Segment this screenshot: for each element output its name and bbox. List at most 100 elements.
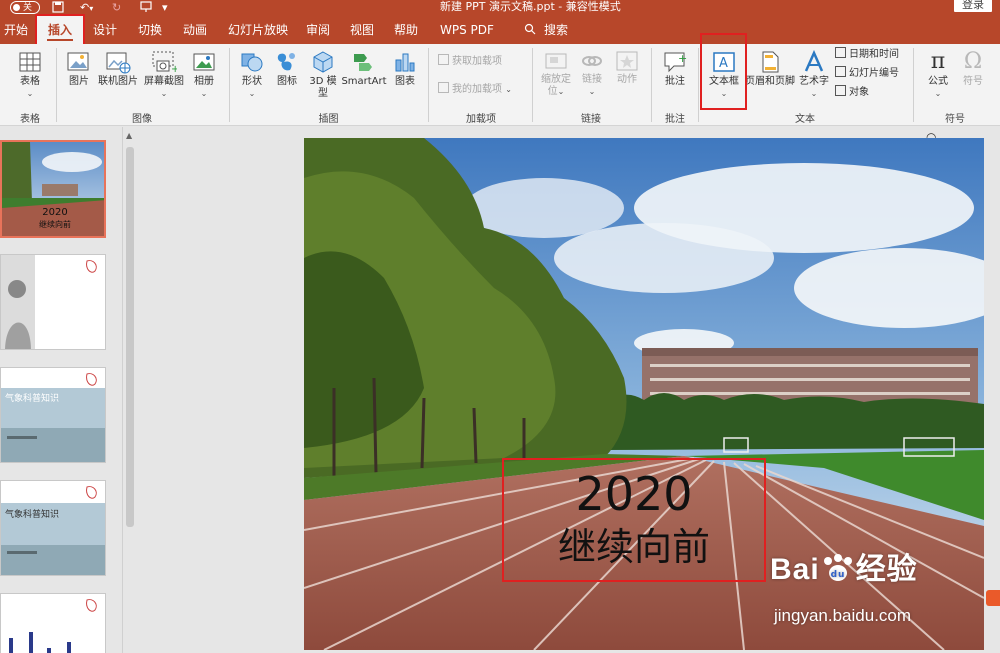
watermark-logo-text: Bai (770, 553, 820, 586)
album-button[interactable]: 相册 ⌄ (188, 50, 220, 100)
action-label: 动作 (617, 74, 637, 85)
tab-slideshow[interactable]: 幻灯片放映 (228, 16, 288, 44)
action-button[interactable]: 动作 (612, 50, 642, 86)
slide-thumbnail-3[interactable]: 气象科普知识 (0, 367, 106, 463)
album-icon (193, 53, 215, 71)
scroll-up-icon[interactable]: ▲ (126, 131, 132, 140)
addins-icon (438, 82, 449, 93)
picture-button[interactable]: 图片 (62, 50, 96, 88)
tab-review[interactable]: 审阅 (306, 16, 330, 44)
equation-button[interactable]: π 公式 ⌄ (922, 50, 954, 100)
customize-toolbar-icon[interactable]: ▾ (162, 1, 168, 15)
group-links: 链接 (581, 114, 601, 125)
textbox-highlight (700, 33, 747, 110)
wordart-icon (804, 50, 824, 72)
thumb-caption: 气象科普知识 (5, 508, 59, 520)
my-addins-button[interactable]: 我的加载项 ⌄ (438, 82, 512, 97)
smartart-icon (354, 54, 372, 71)
pi-icon: π (930, 49, 946, 74)
toggle-knob (13, 3, 20, 11)
link-icon (582, 56, 602, 66)
divider (651, 48, 652, 122)
online-picture-button[interactable]: 联机图片 (96, 50, 140, 88)
tab-wps-pdf[interactable]: WPS PDF (440, 16, 494, 44)
thumbnail-scrollbar[interactable]: ▲ (122, 127, 136, 653)
thumb-caption: 气象科普知识 (5, 392, 59, 404)
online-picture-label: 联机图片 (98, 76, 138, 87)
watermark-logo-suffix: 经验 (855, 553, 918, 586)
chevron-down-icon: ⌄ (557, 87, 565, 96)
3d-model-button[interactable]: 3D 模型 (305, 50, 341, 100)
slide-thumbnail-5[interactable] (0, 593, 106, 653)
chevron-down-icon: ⌄ (26, 89, 34, 98)
autosave-toggle[interactable]: 关 (10, 1, 40, 14)
tab-animations[interactable]: 动画 (183, 16, 207, 44)
table-button[interactable]: 表格 ⌄ (12, 50, 48, 100)
divider (532, 48, 533, 122)
watermark-logo: Bai du 经验 (770, 553, 918, 586)
divider (698, 48, 699, 122)
cube-icon (313, 51, 333, 73)
header-footer-label: 页眉和页脚 (745, 76, 795, 87)
thumbnail-image: 气象科普知识 (1, 368, 105, 462)
divider (56, 48, 57, 122)
icons-button[interactable]: 图标 (270, 50, 304, 88)
svg-text:+: + (678, 52, 687, 65)
icons-label: 图标 (277, 76, 297, 87)
link-button[interactable]: 链接 ⌄ (577, 50, 607, 98)
screenshot-button[interactable]: + 屏幕截图 ⌄ (141, 50, 187, 100)
object-button[interactable]: 对象 (835, 85, 869, 100)
title-bar: 关 ↶▾ ↻ ▾ 新建 PPT 演示文稿.ppt - 兼容性模式 登录 (0, 0, 1000, 16)
baidu-watermark: Bai du 经验 jingyan.baidu.com (770, 544, 918, 625)
header-footer-button[interactable]: 页眉和页脚 (744, 50, 796, 88)
chart-button[interactable]: 图表 (389, 50, 421, 88)
login-button[interactable]: 登录 (954, 0, 992, 12)
icons-icon (277, 53, 295, 71)
autosave-label: 关 (23, 3, 33, 13)
side-float-icon[interactable] (986, 590, 1000, 606)
slide-number-button[interactable]: 幻灯片编号 (835, 66, 899, 81)
object-label: 对象 (849, 87, 869, 98)
slide-number-icon (835, 66, 846, 77)
slide-thumbnail-1[interactable]: 2020 继续向前 (0, 140, 106, 238)
group-images: 图像 (132, 114, 152, 125)
smartart-button[interactable]: SmartArt (341, 50, 387, 88)
get-addins-button[interactable]: 获取加载项 (438, 54, 502, 69)
tab-home[interactable]: 开始 (4, 16, 28, 44)
search-box[interactable]: 搜索 (524, 16, 568, 44)
group-text: 文本 (795, 114, 815, 125)
symbol-button[interactable]: Ω 符号 (958, 50, 988, 88)
date-time-button[interactable]: 日期和时间 (835, 47, 899, 62)
search-label: 搜索 (544, 23, 569, 37)
group-illustrations: 插图 (318, 114, 339, 125)
tab-transitions[interactable]: 切换 (138, 16, 162, 44)
zoom-button[interactable]: 缩放定位⌄ (538, 50, 574, 98)
zoom-label: 缩放定位 (541, 74, 571, 97)
tab-design[interactable]: 设计 (93, 16, 117, 44)
shapes-label: 形状 (242, 76, 262, 87)
star-icon (616, 51, 638, 71)
shapes-button[interactable]: 形状 ⌄ (236, 50, 268, 100)
redo-icon[interactable]: ↻ (112, 1, 121, 15)
chevron-down-icon: ⌄ (505, 85, 512, 94)
scrollbar-thumb[interactable] (126, 147, 134, 527)
textbox-selection-highlight (502, 458, 766, 582)
object-icon (835, 85, 846, 96)
tab-help[interactable]: 帮助 (394, 16, 418, 44)
wordart-button[interactable]: 艺术字 ⌄ (797, 50, 831, 100)
svg-text:du: du (830, 570, 845, 580)
store-icon (438, 54, 449, 65)
tab-view[interactable]: 视图 (350, 16, 374, 44)
chart-label: 图表 (395, 76, 415, 87)
chevron-down-icon: ⌄ (248, 89, 256, 98)
screenshot-icon: + (152, 51, 177, 74)
slide-thumbnail-4[interactable]: 气象科普知识 (0, 480, 106, 576)
comment-button[interactable]: + 批注 (659, 50, 691, 88)
present-icon[interactable] (140, 1, 152, 17)
smartart-label: SmartArt (341, 76, 387, 87)
header-footer-icon (762, 51, 779, 73)
slide-thumbnail-2[interactable] (0, 254, 106, 350)
group-comments: 批注 (665, 114, 685, 125)
chart-icon (395, 53, 415, 72)
link-label: 链接 (582, 74, 602, 85)
